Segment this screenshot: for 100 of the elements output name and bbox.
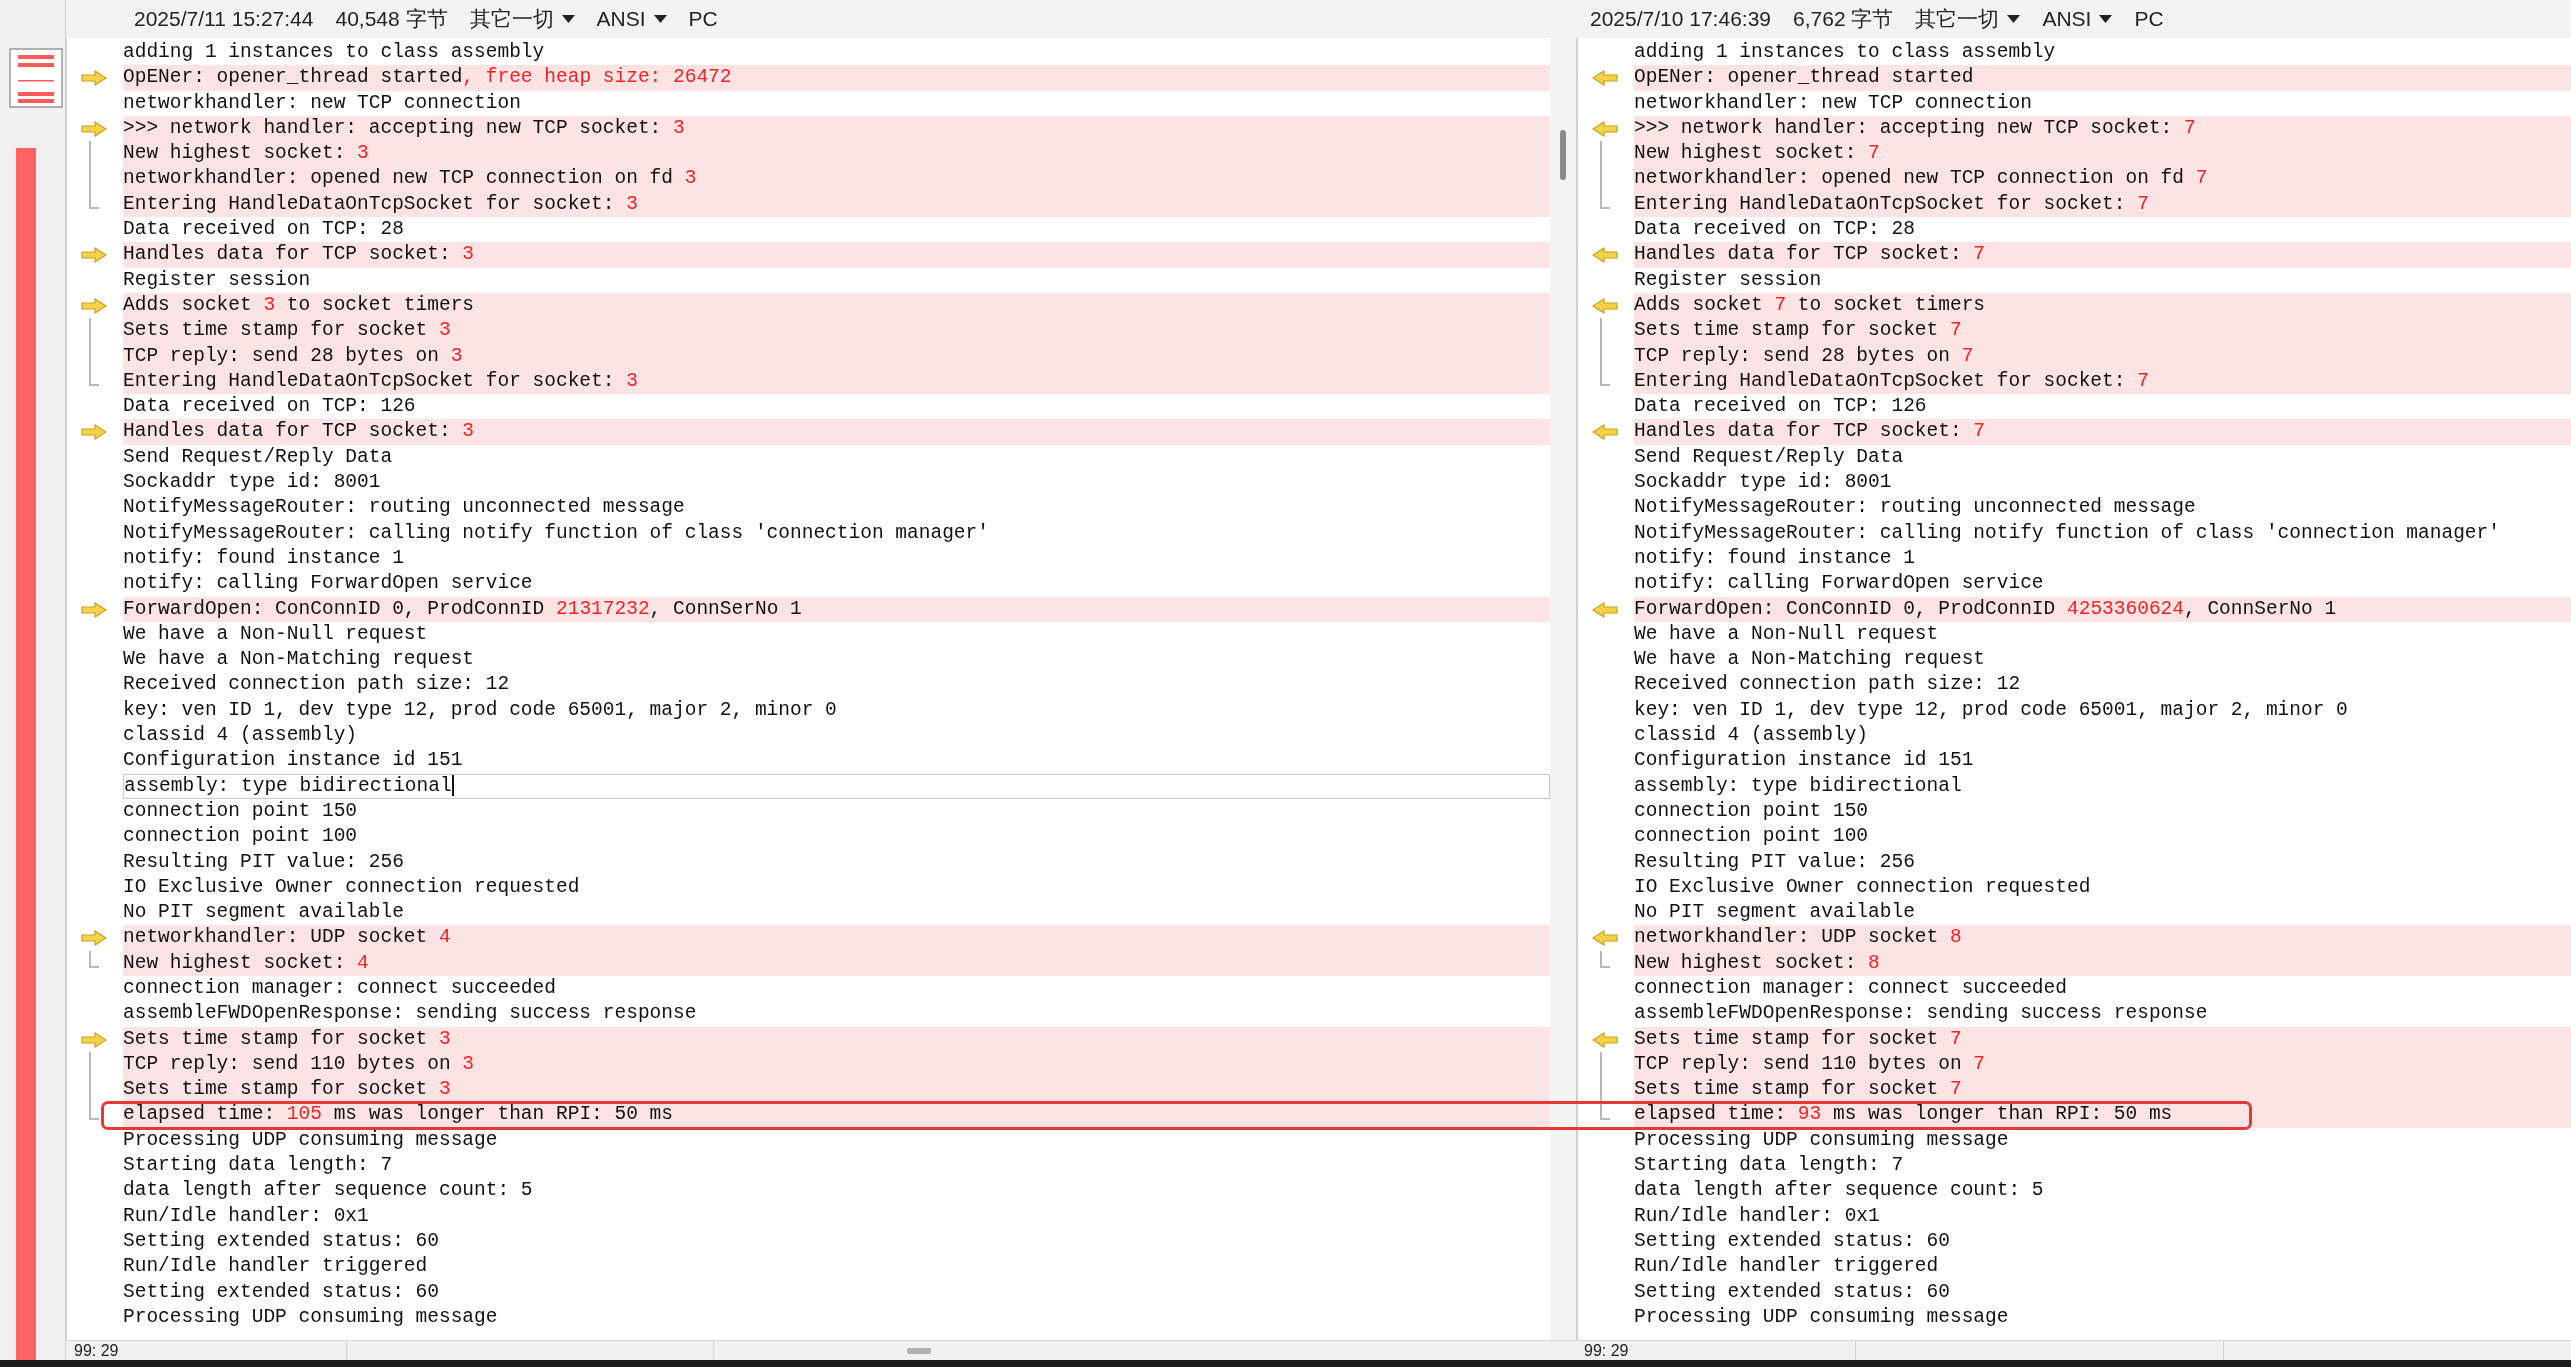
right-arrow-icon xyxy=(81,120,107,137)
log-line: Run/Idle handler triggered xyxy=(1634,1254,1940,1280)
left-arrow-icon xyxy=(1592,297,1618,314)
log-line: Received connection path size: 12 xyxy=(1634,672,2022,698)
log-line: key: ven ID 1, dev type 12, prod code 65001, major 2, minor 0 xyxy=(1634,697,2349,723)
log-line: connection point 100 xyxy=(123,824,359,850)
log-line: assembleFWDOpenResponse: sending success response xyxy=(123,1001,698,1027)
encoding-dropdown[interactable]: 其它一切 xyxy=(469,5,575,33)
log-line: Setting extended status: 60 xyxy=(1634,1279,1951,1305)
log-line: connection manager: connect succeeded xyxy=(123,976,557,1001)
timestamp: 2025/7/11 15:27:44 xyxy=(134,7,314,31)
log-line: adding 1 instances to class assembly xyxy=(1634,40,2057,65)
log-line: classid 4 (assembly) xyxy=(1634,723,1870,748)
log-line: assembleFWDOpenResponse: sending success response xyxy=(1634,1001,2209,1027)
log-line: NotifyMessageRouter: calling notify function of class 'connection manager' xyxy=(123,520,990,546)
log-line: Data received on TCP: 126 xyxy=(1634,394,1928,420)
left-arrow-icon xyxy=(1592,1031,1618,1048)
log-line: notify: calling ForwardOpen service xyxy=(1634,571,2045,597)
right-arrow-icon xyxy=(81,424,107,441)
log-line: Configuration instance id 151 xyxy=(123,748,464,774)
log-line: classid 4 (assembly) xyxy=(123,723,359,748)
log-line: notify: calling ForwardOpen service xyxy=(123,571,534,597)
cursor-position: 99: 29 xyxy=(1584,1341,1629,1360)
log-line: connection point 100 xyxy=(1634,824,1870,850)
log-line: Setting extended status: 60 xyxy=(123,1279,440,1305)
block-bracket xyxy=(1600,950,1610,968)
left-arrow-icon xyxy=(1592,70,1618,87)
caret-icon xyxy=(561,15,575,23)
log-line: Run/Idle handler triggered xyxy=(123,1254,429,1280)
log-line: NotifyMessageRouter: routing unconnected message xyxy=(1634,495,2197,521)
log-line: NotifyMessageRouter: calling notify function of class 'connection manager' xyxy=(1634,520,2501,546)
left-arrow-icon xyxy=(1592,601,1618,618)
log-line: Data received on TCP: 28 xyxy=(1634,217,1916,243)
log-line: data length after sequence count: 5 xyxy=(1634,1178,2045,1204)
log-line: IO Exclusive Owner connection requested xyxy=(123,874,581,900)
log-line: Send Request/Reply Data xyxy=(1634,444,1905,470)
log-line: No PIT segment available xyxy=(123,900,405,926)
log-line: connection point 150 xyxy=(1634,798,1870,824)
log-line: Run/Idle handler: 0x1 xyxy=(123,1203,370,1229)
caret-icon xyxy=(2007,15,2021,23)
right-arrow-icon xyxy=(81,930,107,947)
log-line: adding 1 instances to class assembly xyxy=(123,40,546,65)
log-line: We have a Non-Matching request xyxy=(123,647,476,673)
right-arrow-icon xyxy=(81,297,107,314)
caret-icon xyxy=(653,15,667,23)
log-line: data length after sequence count: 5 xyxy=(123,1178,534,1204)
timestamp: 2025/7/10 17:46:39 xyxy=(1590,7,1771,31)
right-arrow-icon xyxy=(81,70,107,87)
log-line: We have a Non-Null request xyxy=(1634,621,1940,647)
log-line: Resulting PIT value: 256 xyxy=(123,849,405,875)
log-line: Run/Idle handler: 0x1 xyxy=(1634,1203,1881,1229)
log-line: Starting data length: 7 xyxy=(123,1153,394,1179)
log-line: Resulting PIT value: 256 xyxy=(1634,849,1916,875)
log-line: Register session xyxy=(1634,267,1823,293)
log-line: NotifyMessageRouter: routing unconnected message xyxy=(123,495,686,521)
log-line: Configuration instance id 151 xyxy=(1634,748,1975,774)
charset-dropdown[interactable]: ANSI xyxy=(2042,7,2113,31)
log-line: assembly: type bidirectional xyxy=(1634,773,1963,799)
log-line: connection point 150 xyxy=(123,798,359,824)
file-size: 6,762 字节 xyxy=(1793,6,1894,32)
line-ending-label[interactable]: PC xyxy=(688,7,718,31)
encoding-dropdown[interactable]: 其它一切 xyxy=(1915,5,2021,33)
log-line: Sockaddr type id: 8001 xyxy=(1634,470,1893,496)
log-line: Processing UDP consuming message xyxy=(123,1304,499,1330)
log-line: notify: found instance 1 xyxy=(1634,545,1916,571)
log-line: key: ven ID 1, dev type 12, prod code 65001, major 2, minor 0 xyxy=(123,697,838,723)
charset-dropdown[interactable]: ANSI xyxy=(596,7,667,31)
scroll-thumb[interactable] xyxy=(1560,130,1566,180)
log-line: connection manager: connect succeeded xyxy=(1634,976,2068,1001)
log-line: Sockaddr type id: 8001 xyxy=(123,470,382,496)
right-arrow-icon xyxy=(81,247,107,264)
cursor-position: 99: 29 xyxy=(74,1341,119,1360)
right-arrow-icon xyxy=(81,601,107,618)
log-line: Data received on TCP: 126 xyxy=(123,394,417,420)
log-line: Setting extended status: 60 xyxy=(123,1228,440,1254)
splitter-grip[interactable] xyxy=(907,1347,931,1354)
log-line: Send Request/Reply Data xyxy=(123,444,394,470)
right-arrow-icon xyxy=(81,1031,107,1048)
left-arrow-icon xyxy=(1592,930,1618,947)
line-ending-label[interactable]: PC xyxy=(2134,7,2164,31)
block-bracket xyxy=(89,950,99,968)
left-arrow-icon xyxy=(1592,424,1618,441)
file-size: 40,548 字节 xyxy=(335,6,448,32)
log-line: notify: found instance 1 xyxy=(123,545,405,571)
log-line: Processing UDP consuming message xyxy=(1634,1127,2010,1153)
log-line: Data received on TCP: 28 xyxy=(123,217,405,243)
log-line: Processing UDP consuming message xyxy=(1634,1304,2010,1330)
log-line: No PIT segment available xyxy=(1634,900,1916,926)
left-arrow-icon xyxy=(1592,120,1618,137)
log-line: Setting extended status: 60 xyxy=(1634,1228,1951,1254)
log-line: Received connection path size: 12 xyxy=(123,672,511,698)
log-line: networkhandler: new TCP connection xyxy=(1634,90,2033,116)
log-line: Register session xyxy=(123,267,312,293)
log-line: Processing UDP consuming message xyxy=(123,1127,499,1153)
left-arrow-icon xyxy=(1592,247,1618,264)
log-line: We have a Non-Matching request xyxy=(1634,647,1987,673)
log-line: We have a Non-Null request xyxy=(123,621,429,647)
caret-icon xyxy=(2099,15,2113,23)
log-line: networkhandler: new TCP connection xyxy=(123,90,522,116)
log-line: IO Exclusive Owner connection requested xyxy=(1634,874,2092,900)
